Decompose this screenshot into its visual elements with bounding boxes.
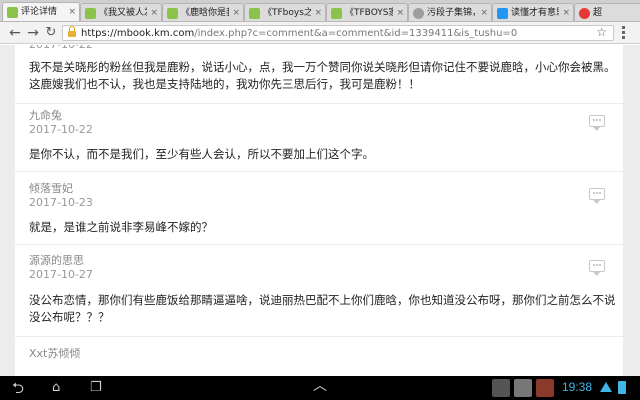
divider — [15, 336, 623, 337]
tab-title: 《TFBOYS家有 — [345, 8, 393, 18]
comment-text: 是你不认，而不是我们，至少有些人会认，所以不要加上们这个字。 — [29, 147, 374, 161]
page-content: 2017-10-22 我不是关晓彤的粉丝但我是鹿粉，说话小心，点，我一万个赞同你… — [0, 45, 640, 376]
address-toolbar: ← → ↻ https://mbook.km.com/index.php?c=c… — [0, 22, 640, 44]
tab-book-4[interactable]: 《TFBOYS家有 × — [326, 3, 408, 21]
url-text: https://mbook.km.com/index.php?c=comment… — [81, 27, 517, 40]
back-arrow-icon[interactable]: ← — [6, 24, 24, 42]
back-nav-icon[interactable]: ⮌ — [12, 379, 24, 397]
tab-book-1[interactable]: 《我又被人发 × — [80, 3, 162, 21]
tab-close-icon[interactable]: × — [562, 4, 570, 21]
tab-reading[interactable]: 读懂才有意思 × — [492, 3, 574, 21]
tab-close-icon[interactable]: × — [480, 4, 488, 21]
tab-book-3[interactable]: 《TFboys之狂 × — [244, 3, 326, 21]
book-favicon-icon — [249, 8, 260, 19]
tab-title: 《我又被人发 — [99, 8, 147, 18]
reply-comment-icon[interactable] — [589, 115, 605, 131]
tab-strip: 评论详情 × 《我又被人发 × 《鹿晗你是我的 × 《TFboys之狂 × 《T… — [0, 0, 640, 22]
divider — [15, 103, 623, 104]
divider — [15, 244, 623, 245]
blue-favicon-icon — [497, 8, 508, 19]
tab-title: 《TFboys之狂 — [263, 8, 311, 18]
clock: 19:38 — [562, 380, 593, 394]
gallery-notification-icon[interactable] — [492, 379, 510, 397]
comment-author[interactable]: 倾落雪妃 — [29, 180, 73, 196]
tab-super[interactable]: 超 — [574, 3, 640, 21]
comment-list: 2017-10-22 我不是关晓彤的粉丝但我是鹿粉，说话小心，点，我一万个赞同你… — [15, 45, 623, 376]
recent-apps-icon[interactable]: ❐ — [90, 379, 102, 397]
chevron-up-icon[interactable]: ︿ — [313, 377, 327, 395]
lock-icon — [68, 26, 76, 37]
app-notification-icon[interactable] — [536, 379, 554, 397]
system-navigation-bar: ⮌ ⌂ ❐ ︿ 19:38 — [0, 376, 640, 400]
comment-author[interactable]: Xxt苏倾倾 — [29, 345, 80, 361]
url-path: /index.php?c=comment&a=comment&id=133941… — [194, 28, 518, 39]
tab-comment-detail[interactable]: 评论详情 × — [2, 2, 80, 21]
tab-title: 读懂才有意思 — [511, 8, 559, 18]
bookmark-star-icon[interactable]: ☆ — [596, 25, 607, 39]
red-favicon-icon — [579, 8, 590, 19]
tab-close-icon[interactable]: × — [396, 4, 404, 21]
url-field[interactable]: https://mbook.km.com/index.php?c=comment… — [62, 25, 614, 41]
home-nav-icon[interactable]: ⌂ — [52, 379, 60, 397]
tab-jokes[interactable]: 污段子集锦，肉 × — [408, 3, 492, 21]
comment-text: 我不是关晓彤的粉丝但我是鹿粉，说话小心，点，我一万个赞同你说关晓彤但请你记住不要… — [29, 60, 616, 91]
comment-text: 没公布恋情，那你们有些鹿饭给那睛逼逼啥，说迪丽热巴配不上你们鹿晗，你也知道没公布… — [29, 293, 616, 324]
image-notification-icon[interactable] — [514, 379, 532, 397]
overflow-menu-icon[interactable] — [622, 26, 626, 40]
tab-title: 《鹿晗你是我的 — [181, 8, 229, 18]
tab-book-2[interactable]: 《鹿晗你是我的 × — [162, 3, 244, 21]
reply-comment-icon[interactable] — [589, 188, 605, 204]
forward-arrow-icon[interactable]: → — [24, 24, 42, 42]
tab-close-icon[interactable]: × — [232, 4, 240, 21]
divider — [15, 171, 623, 172]
book-favicon-icon — [331, 8, 342, 19]
comment-date: 2017-10-27 — [29, 268, 93, 281]
wifi-icon — [600, 382, 612, 392]
comment-date: 2017-10-23 — [29, 196, 93, 209]
comment-date: 2017-10-22 — [29, 45, 93, 51]
comment-date: 2017-10-22 — [29, 123, 93, 136]
book-favicon-icon — [7, 7, 18, 18]
tab-title: 超 — [593, 8, 603, 18]
tab-close-icon[interactable]: × — [68, 3, 76, 21]
tab-close-icon[interactable]: × — [150, 4, 158, 21]
comment-author[interactable]: 九命兔 — [29, 107, 62, 123]
url-host: https://mbook.km.com — [81, 28, 195, 39]
reply-comment-icon[interactable] — [589, 260, 605, 276]
reload-icon[interactable]: ↻ — [42, 24, 60, 42]
tab-title: 污段子集锦，肉 — [427, 8, 477, 18]
tab-title: 评论详情 — [21, 7, 58, 17]
book-favicon-icon — [167, 8, 178, 19]
battery-icon — [618, 381, 626, 394]
globe-favicon-icon — [413, 8, 424, 19]
comment-author[interactable]: 源源的思思 — [29, 252, 84, 268]
tab-close-icon[interactable]: × — [314, 4, 322, 21]
comment-text: 就是，是谁之前说非李易峰不嫁的？ — [29, 220, 213, 234]
book-favicon-icon — [85, 8, 96, 19]
